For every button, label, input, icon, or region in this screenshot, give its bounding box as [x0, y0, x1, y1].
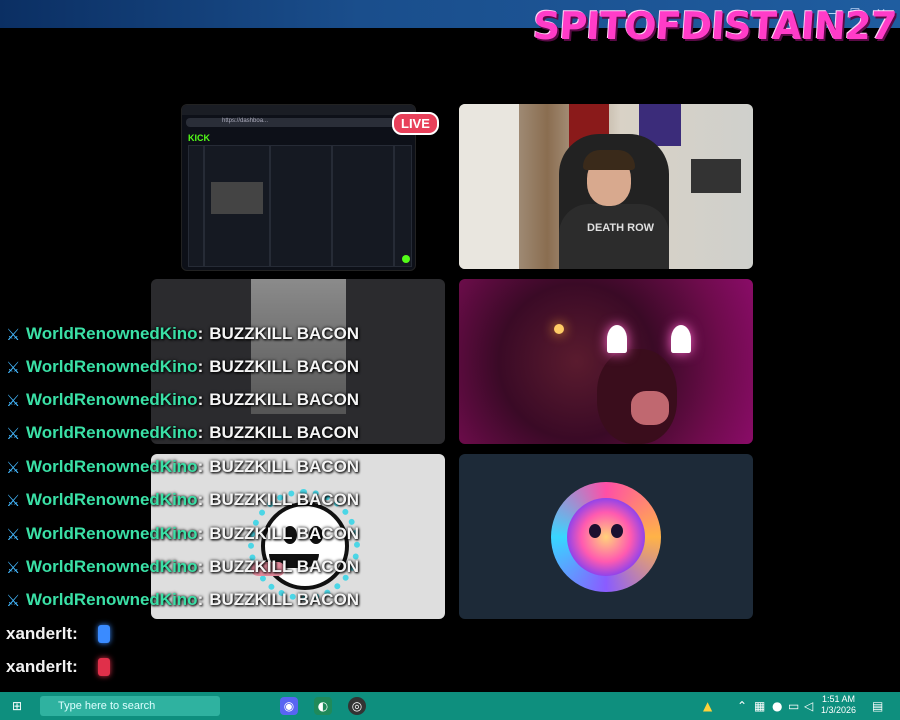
mini-sidebar	[188, 145, 204, 267]
sword-icon: ⚔	[6, 490, 21, 510]
chat-username[interactable]: WorldRenownedKino	[26, 357, 198, 377]
taskbar: ⊞ Type here to search ◉ ◐ ◎ ▲ ⌃ ▦ ● ▭ ◁ …	[0, 692, 900, 720]
mini-column	[270, 145, 332, 267]
chat-separator: :	[72, 624, 78, 643]
webcam-panel-3	[459, 279, 753, 444]
chat-separator: :	[197, 457, 204, 476]
background-monitor	[691, 159, 741, 193]
background-door	[459, 104, 519, 269]
volume-icon[interactable]: ◁	[804, 699, 813, 713]
chat-username[interactable]: xanderlt	[6, 657, 72, 677]
chat-text: BUZZKILL BACON	[209, 423, 360, 442]
background-lamp	[554, 324, 564, 334]
network-icon[interactable]: ▦	[754, 699, 765, 713]
chat-username[interactable]: WorldRenownedKino	[26, 324, 198, 344]
warning-icon[interactable]: ▲	[703, 699, 712, 713]
sword-icon: ⚔	[6, 423, 21, 443]
chat-message: ⚔ WorldRenownedKino: BUZZKILL BACON	[6, 484, 359, 516]
browser-icon[interactable]: ◐	[314, 697, 332, 715]
person-face	[631, 391, 669, 425]
mini-column	[332, 145, 394, 267]
chat-text: BUZZKILL BACON	[209, 357, 360, 376]
chat-username[interactable]: WorldRenownedKino	[26, 557, 198, 577]
skull-eye	[611, 524, 623, 538]
screen-share-panel: https://dashboa... KICK	[181, 104, 416, 271]
obs-icon[interactable]: ◎	[348, 697, 366, 715]
notification-icon[interactable]: ▤	[872, 699, 883, 713]
sword-icon: ⚔	[6, 557, 21, 577]
chat-separator: :	[197, 324, 204, 343]
chat-text: BUZZKILL BACON	[209, 490, 360, 509]
chat-text: BUZZKILL BACON	[209, 590, 360, 609]
skull-logo	[567, 498, 645, 576]
live-badge: LIVE	[392, 112, 439, 135]
discord-icon[interactable]: ◉	[280, 697, 298, 715]
chat-separator: :	[197, 357, 204, 376]
chat-message: ⚔ WorldRenownedKino: BUZZKILL BACON	[6, 584, 359, 616]
cat-ear-headset	[607, 325, 627, 353]
chat-separator: :	[197, 490, 204, 509]
sword-icon: ⚔	[6, 357, 21, 377]
tray-date: 1/3/2026	[820, 705, 856, 715]
person-shirt	[559, 204, 669, 269]
chat-emote-icon	[97, 658, 110, 676]
chat-text: BUZZKILL BACON	[209, 457, 360, 476]
chat-text: BUZZKILL BACON	[209, 390, 360, 409]
chat-separator: :	[197, 423, 204, 442]
chat-username[interactable]: xanderlt	[6, 624, 72, 644]
sword-icon: ⚔	[6, 457, 21, 477]
chat-separator: :	[197, 557, 204, 576]
chat-separator: :	[197, 390, 204, 409]
chat-separator: :	[72, 657, 78, 676]
monitor-icon[interactable]: ▭	[788, 699, 799, 713]
sword-icon: ⚔	[6, 390, 21, 410]
logo-panel	[459, 454, 753, 619]
chat-message: ⚔ WorldRenownedKino: BUZZKILL BACON	[6, 384, 359, 416]
chat-username[interactable]: WorldRenownedKino	[26, 490, 198, 510]
mini-browser-tabbar	[182, 105, 415, 115]
taskbar-search-placeholder: Type here to search	[58, 700, 156, 712]
skull-eye	[589, 524, 601, 538]
chat-message: ⚔ WorldRenownedKino: BUZZKILL BACON	[6, 551, 359, 583]
chat-message: ⚔ WorldRenownedKino: BUZZKILL BACON	[6, 351, 359, 383]
chat-emote-icon	[97, 625, 110, 643]
chat-message: ⚔ WorldRenownedKino: BUZZKILL BACON	[6, 318, 359, 350]
mini-browser-url-bar	[186, 118, 411, 127]
microphone-icon[interactable]: ●	[772, 699, 782, 713]
channel-name-overlay: SPITOFDISTAIN27	[531, 4, 898, 48]
chat-message: ⚔ WorldRenownedKino: BUZZKILL BACON	[6, 518, 359, 550]
mini-preview	[211, 182, 263, 214]
chat-username[interactable]: WorldRenownedKino	[26, 524, 198, 544]
tray-time: 1:51 AM	[821, 694, 855, 704]
chat-username[interactable]: WorldRenownedKino	[26, 590, 198, 610]
chat-separator: :	[197, 524, 204, 543]
shirt-print: DEATH ROW	[587, 222, 655, 234]
sword-icon: ⚔	[6, 524, 21, 544]
chat-username[interactable]: WorldRenownedKino	[26, 457, 198, 477]
person-hat	[583, 150, 635, 170]
chevron-up-icon[interactable]: ⌃	[737, 699, 747, 713]
chat-separator: :	[197, 590, 204, 609]
sword-icon: ⚔	[6, 590, 21, 610]
chat-message: ⚔ WorldRenownedKino: BUZZKILL BACON	[6, 451, 359, 483]
sword-icon: ⚔	[6, 324, 21, 344]
chat-text: BUZZKILL BACON	[209, 524, 360, 543]
chat-text: BUZZKILL BACON	[209, 557, 360, 576]
chat-text: BUZZKILL BACON	[209, 324, 360, 343]
chat-message: ⚔ WorldRenownedKino: BUZZKILL BACON	[6, 417, 359, 449]
chat-username[interactable]: WorldRenownedKino	[26, 423, 198, 443]
webcam-panel-1: DEATH ROW	[459, 104, 753, 269]
chat-message: xanderlt:	[6, 618, 110, 650]
windows-start-icon[interactable]: ⊞	[8, 697, 26, 715]
chat-username[interactable]: WorldRenownedKino	[26, 390, 198, 410]
mini-site-brand: KICK	[188, 133, 210, 143]
mini-sidebar	[394, 145, 412, 267]
mini-column	[204, 145, 270, 267]
chat-message: xanderlt:	[6, 651, 110, 683]
mini-status-dot	[402, 255, 410, 263]
cat-ear-headset	[671, 325, 691, 353]
mini-browser-url-text: https://dashboa...	[222, 118, 269, 124]
tray-clock[interactable]: 1:51 AM 1/3/2026	[821, 694, 856, 716]
